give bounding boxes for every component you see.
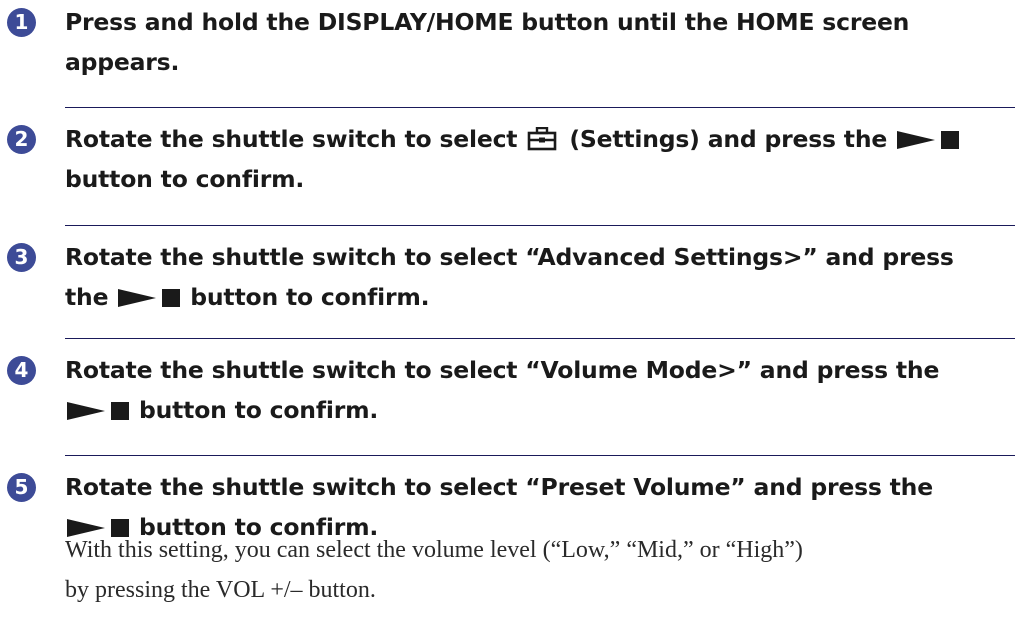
note-line: With this setting, you can select the vo… xyxy=(65,537,803,563)
instruction-page: 1 Press and hold the DISPLAY/HOME button… xyxy=(0,0,1015,619)
step-heading-text: button to confirm. xyxy=(65,165,305,193)
divider-rule xyxy=(65,107,1015,108)
step-number-badge: 4 xyxy=(7,356,36,385)
divider-rule xyxy=(65,338,1015,339)
step-number-badge: 5 xyxy=(7,473,36,502)
step-heading-text: Rotate the shuttle switch to select “Adv… xyxy=(65,243,954,271)
step-heading-line: Press and hold the DISPLAY/HOME button u… xyxy=(65,8,910,36)
step-heading-text: button to confirm. xyxy=(138,396,379,424)
step-heading-text: the xyxy=(65,283,109,311)
step-5-note: With this setting, you can select the vo… xyxy=(65,530,1010,610)
step-heading-line: appears. xyxy=(65,48,180,76)
settings-toolbox-icon xyxy=(528,127,557,151)
step-number-badge: 2 xyxy=(7,125,36,154)
step-number-badge: 3 xyxy=(7,243,36,272)
step-heading: Press and hold the DISPLAY/HOME button u… xyxy=(65,2,1010,82)
divider-rule xyxy=(65,455,1015,456)
step-heading: Rotate the shuttle switch to select “Adv… xyxy=(65,237,1010,317)
step-number-badge: 1 xyxy=(7,8,36,37)
note-line: by pressing the VOL +/– button. xyxy=(65,577,376,603)
divider-rule xyxy=(65,225,1015,226)
step-heading-text: Rotate the shuttle switch to select “Pre… xyxy=(65,473,933,501)
step-heading: Rotate the shuttle switch to select (Set… xyxy=(65,119,1010,199)
step-heading-text: Rotate the shuttle switch to select xyxy=(65,125,518,153)
play-stop-icon xyxy=(118,289,181,307)
step-heading-text: (Settings) and press the xyxy=(569,125,888,153)
play-stop-icon xyxy=(67,402,129,420)
play-stop-icon xyxy=(897,131,960,149)
step-heading-text: Rotate the shuttle switch to select “Vol… xyxy=(65,356,940,384)
step-heading-text: button to confirm. xyxy=(190,283,430,311)
step-heading: Rotate the shuttle switch to select “Vol… xyxy=(65,350,1010,430)
